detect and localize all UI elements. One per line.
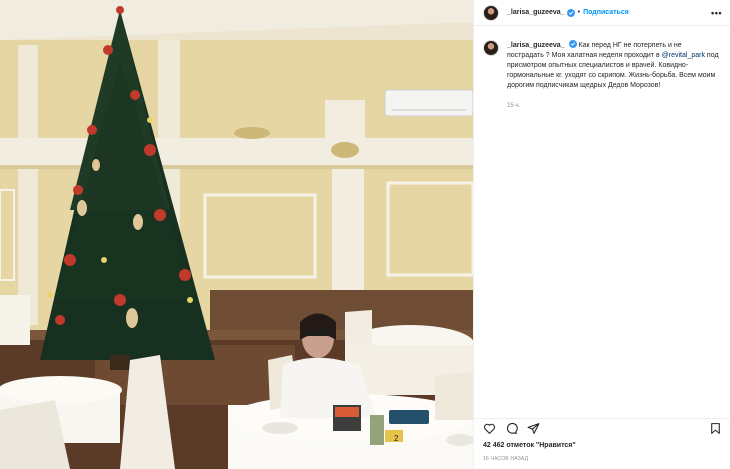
caption-timestamp[interactable]: 15 ч. [507,101,720,111]
separator-dot: • [577,9,581,16]
follow-button[interactable]: Подписаться [583,9,629,16]
paper-plane-icon[interactable] [527,422,540,435]
post-photo[interactable]: 2 [0,0,473,469]
more-options-icon[interactable]: ••• [711,8,722,18]
action-bar [474,418,730,438]
bookmark-icon[interactable] [709,422,722,435]
avatar[interactable] [483,4,499,21]
post-panel: _larisa_guzeeva_ • Подписаться ••• _lari… [473,0,730,469]
table-number: 2 [394,434,399,443]
caption-avatar[interactable] [483,40,499,56]
caption: _larisa_guzeeva_ Как перед НГ не потерпе… [474,26,730,111]
verified-badge-icon [566,8,575,17]
photo-illustration: 2 [0,0,473,469]
caption-username[interactable]: _larisa_guzeeva_ [507,42,565,49]
heart-icon[interactable] [483,422,496,435]
caption-verified-badge-icon [568,40,577,48]
comment-icon[interactable] [505,422,518,435]
likes-count[interactable]: 42 462 отметок "Нравится" [483,442,576,449]
author-username[interactable]: _larisa_guzeeva_ [507,9,565,16]
caption-mention-link[interactable]: @revital_park [662,52,705,59]
post-header: _larisa_guzeeva_ • Подписаться ••• [474,0,730,26]
caption-body: _larisa_guzeeva_ Как перед НГ не потерпе… [507,40,720,111]
post-timestamp[interactable]: 16 ЧАСОВ НАЗАД [483,456,528,462]
